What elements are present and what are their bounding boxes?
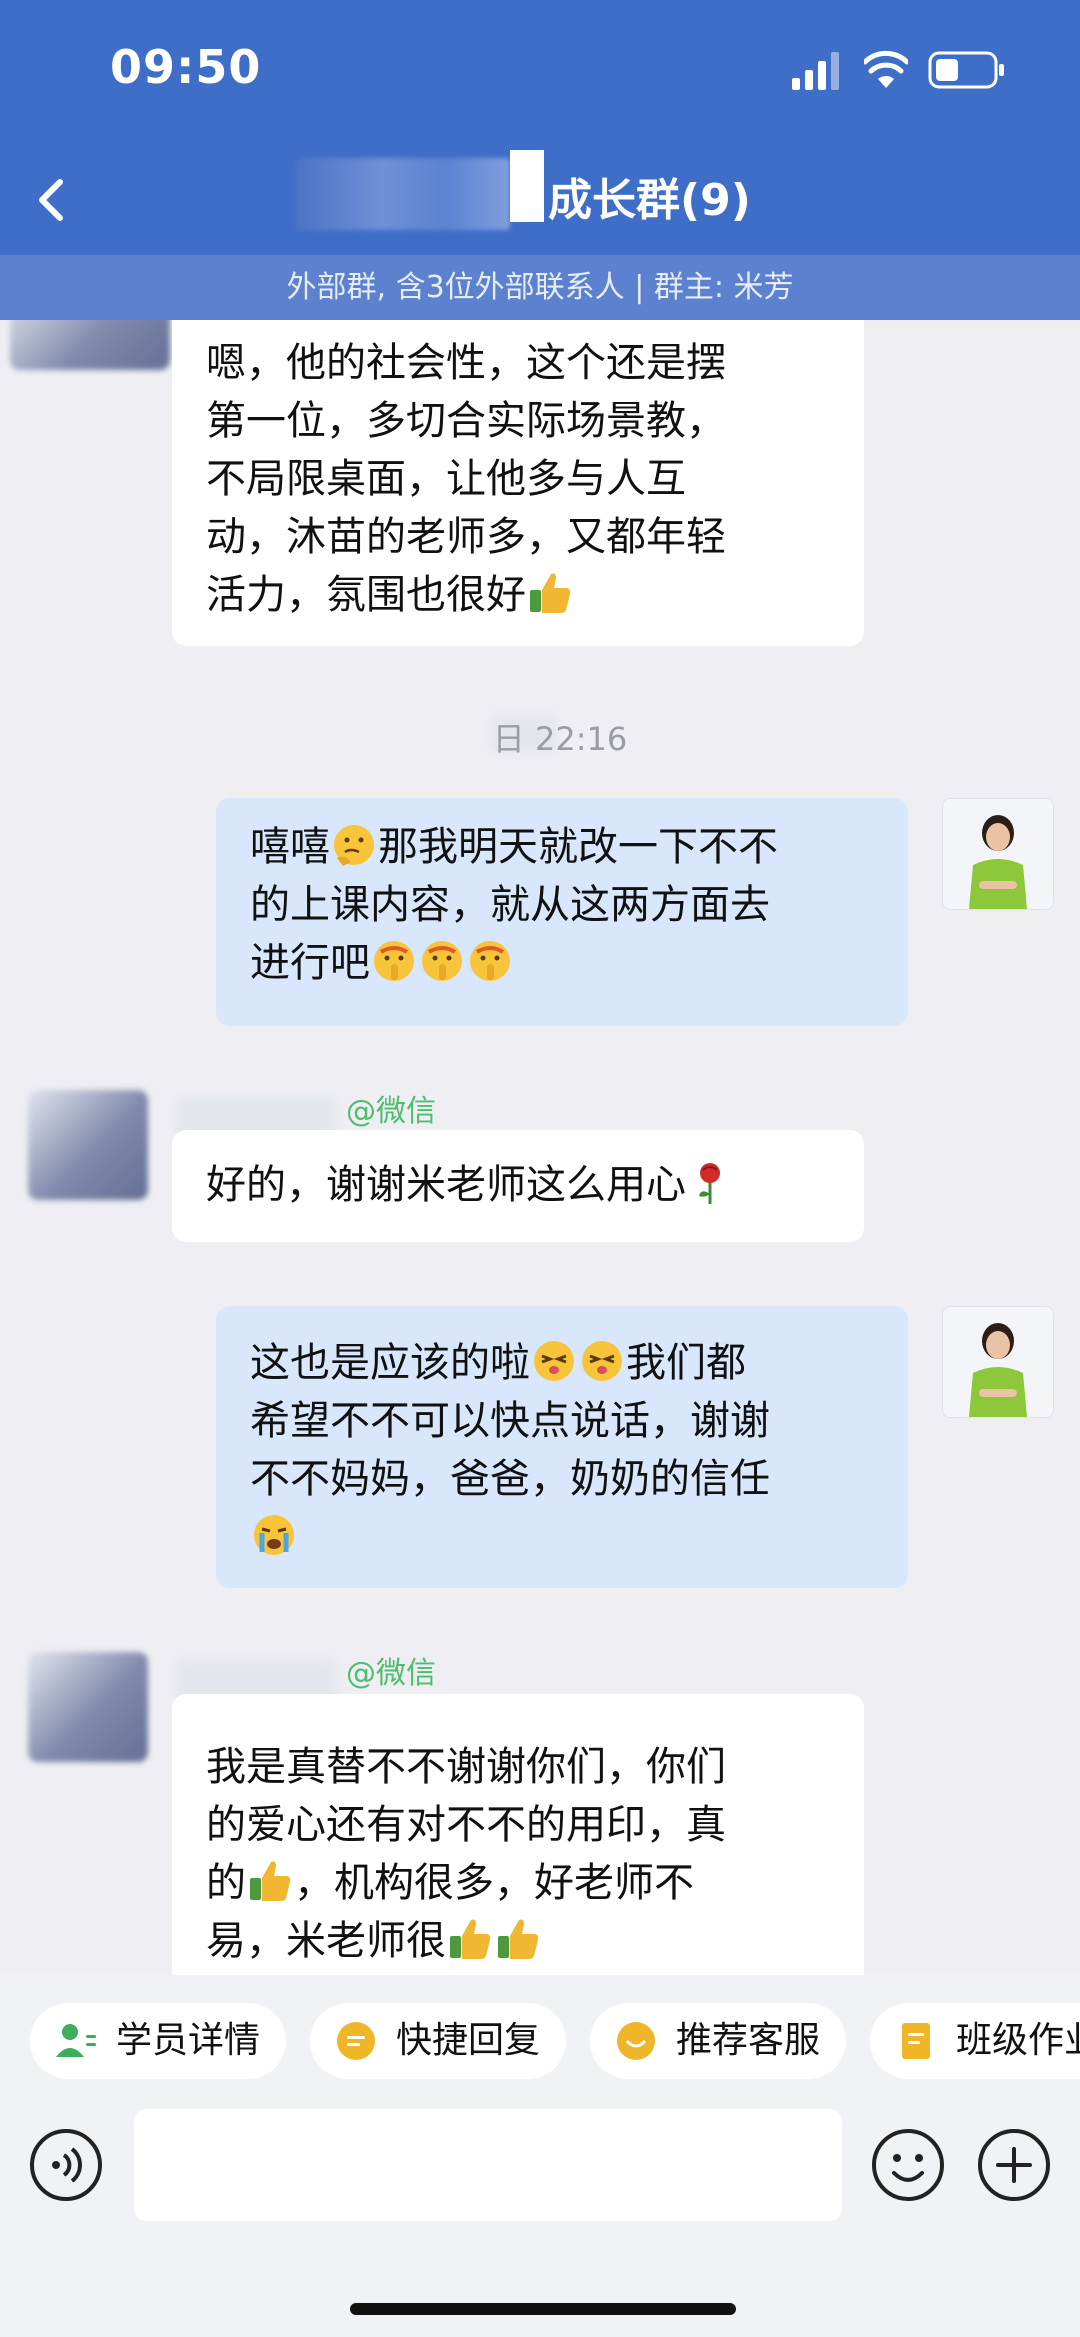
message-text: 的爱心还有对不不的用印，真 xyxy=(206,1802,726,1848)
class-homework-button[interactable]: 班级作业 xyxy=(870,2003,1080,2079)
avatar[interactable] xyxy=(28,1090,148,1200)
back-arrow-icon[interactable] xyxy=(22,170,82,230)
emoji-picker-icon[interactable] xyxy=(870,2127,946,2203)
person-list-icon xyxy=(56,2024,96,2057)
avatar[interactable] xyxy=(10,320,170,370)
crying-face-emoji-icon xyxy=(254,1515,294,1555)
message-bubble[interactable]: 好的，谢谢米老师这么用心 xyxy=(172,1130,864,1242)
quick-action-bar: 学员详情 快捷回复 推荐客服 班级作业 xyxy=(0,1975,1080,2105)
title-redacted-block xyxy=(510,150,544,222)
message-text: 嗯，他的社会性，这个还是摆 xyxy=(206,340,726,386)
message-text: 我们都 xyxy=(626,1340,746,1386)
message-text: 好的，谢谢米老师这么用心 xyxy=(206,1162,686,1208)
cellular-signal-icon xyxy=(792,52,839,90)
message-bubble[interactable]: 嘻嘻 那我明天就改一下不不 的上课内容，就从这两方面去 进行吧 xyxy=(216,798,908,1026)
message-text: 那我明天就改一下不不 xyxy=(378,824,778,870)
message-text: 易，米老师很 xyxy=(206,1918,446,1964)
chat-header: 成长群(9) xyxy=(0,150,1080,255)
title-redacted-area xyxy=(296,158,510,230)
thumbs-up-emoji-icon xyxy=(250,1861,291,1901)
message-text: 动，沐苗的老师多，又都年轻 xyxy=(206,514,726,560)
message-text: ，机构很多，好老师不 xyxy=(294,1860,694,1906)
input-bar xyxy=(0,2105,1080,2337)
sleepy-face-emoji-icon xyxy=(534,1341,574,1381)
shushing-face-emoji-icon xyxy=(374,941,414,981)
message-text: 嘻嘻 xyxy=(250,824,330,870)
recommend-support-button[interactable]: 推荐客服 xyxy=(590,2003,846,2079)
message-text: 不局限桌面，让他多与人互 xyxy=(206,456,686,502)
home-indicator xyxy=(350,2303,736,2315)
status-bar: 09:50 xyxy=(0,0,1080,150)
thumbs-up-emoji-icon xyxy=(498,1919,539,1959)
teacher-avatar-icon xyxy=(969,1323,1027,1417)
group-info-bar[interactable]: 外部群, 含3位外部联系人 | 群主: 米芳 xyxy=(0,255,1080,320)
message-list[interactable]: 嗯，他的社会性，这个还是摆 第一位，多切合实际场景教， 不局限桌面，让他多与人互… xyxy=(0,320,1080,1975)
teacher-avatar-icon xyxy=(969,815,1027,909)
message-text: 进行吧 xyxy=(250,940,370,986)
message-text: 不不妈妈，爸爸，奶奶的信任 xyxy=(250,1456,770,1502)
chat-title: 成长群(9) xyxy=(548,175,751,226)
shushing-face-emoji-icon xyxy=(470,941,510,981)
chat-bubble-icon xyxy=(337,2022,375,2060)
avatar[interactable] xyxy=(942,1306,1054,1418)
thumbs-up-emoji-icon xyxy=(530,573,571,613)
message-text: 希望不不可以快点说话，谢谢 xyxy=(250,1398,770,1444)
student-details-button[interactable]: 学员详情 xyxy=(30,2003,286,2079)
message-text: 第一位，多切合实际场景教， xyxy=(206,398,726,444)
message-bubble[interactable]: 这也是应该的啦 我们都 希望不不可以快点说话，谢谢 不不妈妈，爸爸，奶奶的信任 xyxy=(216,1306,908,1588)
sender-tag: @微信 xyxy=(346,1656,436,1691)
add-attachment-icon[interactable] xyxy=(976,2127,1052,2203)
sleepy-face-emoji-icon xyxy=(582,1341,622,1381)
timestamp-text: 日 22:16 xyxy=(492,720,628,758)
battery-icon xyxy=(928,51,1004,89)
chip-label: 班级作业 xyxy=(956,2020,1080,2061)
sender-tag: @微信 xyxy=(346,1094,436,1129)
chip-label: 学员详情 xyxy=(116,2020,261,2061)
avatar[interactable] xyxy=(942,798,1054,910)
message-text: 的上课内容，就从这两方面去 xyxy=(250,882,770,928)
message-text: 的 xyxy=(206,1860,246,1906)
quick-reply-button[interactable]: 快捷回复 xyxy=(310,2003,566,2079)
avatar[interactable] xyxy=(28,1652,148,1762)
thinking-face-emoji-icon xyxy=(334,825,374,866)
message-text: 这也是应该的啦 xyxy=(250,1340,530,1386)
status-time: 09:50 xyxy=(110,40,262,94)
wifi-icon xyxy=(864,50,908,88)
document-icon xyxy=(902,2023,930,2059)
message-input[interactable] xyxy=(134,2109,842,2221)
chip-label: 推荐客服 xyxy=(676,2020,821,2061)
thumbs-up-emoji-icon xyxy=(450,1919,491,1959)
shushing-face-emoji-icon xyxy=(422,941,462,981)
timestamp: 日 22:16 xyxy=(0,714,1080,760)
rose-emoji-icon xyxy=(699,1163,720,1204)
message-text: 活力，氛围也很好 xyxy=(206,572,526,618)
smile-chat-icon xyxy=(617,2022,655,2060)
message-bubble[interactable]: 我是真替不不谢谢你们，你们 的爱心还有对不不的用印，真 的，机构很多，好老师不 … xyxy=(172,1694,864,1975)
chip-label: 快捷回复 xyxy=(396,2020,541,2061)
voice-input-icon[interactable] xyxy=(28,2127,104,2203)
message-bubble[interactable]: 嗯，他的社会性，这个还是摆 第一位，多切合实际场景教， 不局限桌面，让他多与人互… xyxy=(172,320,864,646)
message-text: 我是真替不不谢谢你们，你们 xyxy=(206,1744,726,1790)
